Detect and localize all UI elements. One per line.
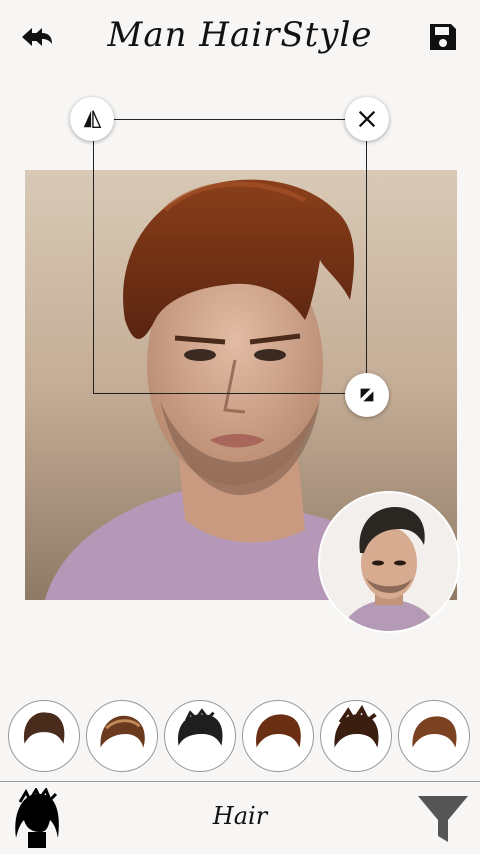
bottom-label: Hair (212, 802, 268, 830)
top-bar: Man HairStyle (0, 0, 480, 72)
hairstyle-option-5[interactable] (320, 700, 392, 772)
app-title: Man HairStyle (107, 15, 373, 55)
save-disk-icon[interactable] (426, 20, 460, 54)
hair-silhouette-icon[interactable] (12, 786, 62, 850)
hairstyle-option-6[interactable] (398, 700, 470, 772)
flip-icon[interactable] (70, 97, 114, 141)
back-arrow-icon[interactable] (20, 22, 54, 52)
hairstyle-option-4[interactable] (242, 700, 314, 772)
hairstyle-option-1[interactable] (8, 700, 80, 772)
filter-icon[interactable] (416, 792, 470, 846)
hairstyle-option-3[interactable] (164, 700, 236, 772)
hairstyle-strip (0, 700, 480, 776)
hairstyle-preview[interactable] (320, 493, 458, 631)
hair-selection-frame[interactable] (93, 119, 367, 394)
bottom-bar: Hair (0, 782, 480, 854)
resize-rotate-icon[interactable] (345, 373, 389, 417)
hairstyle-option-2[interactable] (86, 700, 158, 772)
preview-image (320, 493, 458, 631)
close-icon[interactable] (345, 97, 389, 141)
